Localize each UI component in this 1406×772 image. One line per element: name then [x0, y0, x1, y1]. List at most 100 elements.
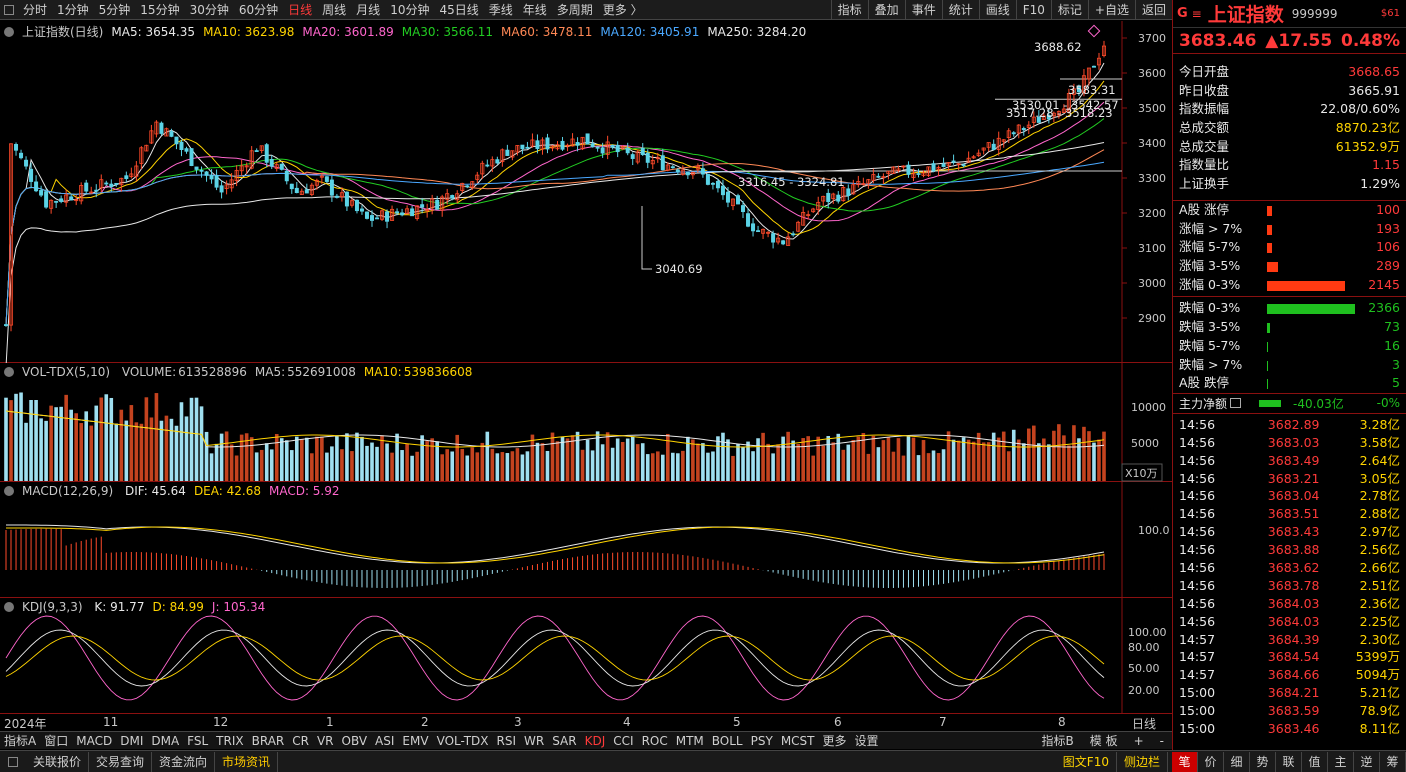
period-tab[interactable]: 30分钟	[185, 0, 234, 20]
stat-label: 上证换手	[1179, 176, 1230, 192]
sidebar-tab[interactable]: 联	[1276, 751, 1302, 772]
menu-lines-icon[interactable]: ≡	[1192, 7, 1202, 21]
candle-body	[264, 144, 269, 163]
diamond-icon[interactable]	[1087, 24, 1101, 38]
volume-bar	[575, 431, 580, 481]
period-tab[interactable]: 多周期	[552, 0, 598, 20]
kline-chart[interactable]: 3700 3600 3500 3400 3300 3200 3100 3000 2900 3688…	[0, 21, 1172, 363]
indicator-tab[interactable]: BOLL	[708, 732, 747, 750]
sidebar-tab[interactable]: 笔	[1172, 751, 1198, 772]
indicator-tab[interactable]: TRIX	[212, 732, 247, 750]
sidebar-tab[interactable]: 价	[1198, 751, 1224, 772]
net-flow-menu-icon[interactable]	[1230, 398, 1242, 409]
indicator-tab[interactable]: DMA	[147, 732, 183, 750]
indicator-tab[interactable]: PSY	[747, 732, 777, 750]
period-tab[interactable]: 5分钟	[94, 0, 136, 20]
toolbar-button[interactable]: 事件	[904, 0, 942, 20]
indicator-tab[interactable]: VOL-TDX	[433, 732, 493, 750]
indicator-tab[interactable]: EMV	[398, 732, 432, 750]
period-tab[interactable]: 10分钟	[385, 0, 434, 20]
indicator-right-button[interactable]: 模 板	[1082, 732, 1126, 750]
bottom-tab[interactable]: 资金流向	[152, 751, 216, 772]
period-tab[interactable]: 更多 〉	[598, 0, 648, 20]
toolbar-button[interactable]: 指标	[830, 0, 868, 20]
indicator-tab[interactable]: 设置	[851, 732, 883, 750]
bottom-tab[interactable]: 交易查询	[89, 751, 153, 772]
breadth-row: 涨幅 5-7% 106	[1173, 238, 1406, 257]
volume-bar	[204, 431, 209, 481]
sidebar-tab[interactable]: 值	[1302, 751, 1328, 772]
period-tab[interactable]: 60分钟	[234, 0, 283, 20]
indicator-right-button[interactable]: -	[1152, 732, 1172, 750]
period-tab[interactable]: 分时	[18, 0, 52, 20]
bottom-square-icon[interactable]	[8, 756, 18, 767]
sidebar-tab[interactable]: 细	[1224, 751, 1250, 772]
indicator-right-button[interactable]: +	[1126, 732, 1152, 750]
macd-chart[interactable]: 100.0	[0, 482, 1172, 598]
indicator-tab[interactable]: OBV	[338, 732, 372, 750]
indicator-tab[interactable]: VR	[313, 732, 338, 750]
stat-value: 22.08/0.60%	[1320, 101, 1400, 117]
period-tab[interactable]: 年线	[518, 0, 552, 20]
kline-panel[interactable]: 上证指数(日线) MA5: 3654.35 MA10: 3623.98 MA20: 3…	[0, 21, 1172, 363]
sidebar-tab[interactable]: 势	[1250, 751, 1276, 772]
toolbar-button[interactable]: 画线	[978, 0, 1016, 20]
indicator-tab[interactable]: ASI	[371, 732, 398, 750]
period-tab[interactable]: 15分钟	[135, 0, 184, 20]
indicator-tab[interactable]: CR	[288, 732, 313, 750]
sidebar-tab[interactable]: 筹	[1380, 751, 1406, 772]
toolbar-button[interactable]: +自选	[1087, 0, 1135, 20]
indicator-tab[interactable]: 窗口	[40, 732, 72, 750]
bottom-right-button[interactable]: 侧边栏	[1117, 751, 1168, 772]
collapse-circle-icon[interactable]	[4, 27, 14, 37]
collapse-circle-icon[interactable]	[4, 367, 14, 377]
volume-bar	[315, 436, 319, 481]
tick-price: 3684.03	[1267, 595, 1320, 611]
volume-chart[interactable]: 10000 5000 X10万	[0, 363, 1172, 482]
indicator-tab[interactable]: KDJ	[581, 732, 610, 750]
candle-body	[410, 208, 415, 217]
indicator-tab[interactable]: RSI	[493, 732, 521, 750]
quote-header: G ≡ 上证指数 999999 $61	[1173, 0, 1406, 28]
indicator-tab[interactable]: ROC	[638, 732, 672, 750]
sidebar-tab[interactable]: 逆	[1354, 751, 1380, 772]
bottom-tab[interactable]: 关联报价	[26, 751, 90, 772]
bottom-tab[interactable]: 市场资讯	[215, 751, 279, 772]
period-tab[interactable]: 周线	[317, 0, 351, 20]
macd-panel[interactable]: MACD(12,26,9) DIF: 45.64 DEA: 42.68 MACD: …	[0, 482, 1172, 598]
toolbar-button[interactable]: 叠加	[867, 0, 905, 20]
kdj-chart[interactable]: 100.00 80.00 50.00 20.00	[0, 598, 1172, 713]
indicator-tab[interactable]: SAR	[548, 732, 580, 750]
indicator-tab[interactable]: MACD	[72, 732, 116, 750]
period-tab[interactable]: 1分钟	[52, 0, 94, 20]
indicator-tab[interactable]: DMI	[116, 732, 147, 750]
period-tab[interactable]: 季线	[484, 0, 518, 20]
indicator-tab[interactable]: CCI	[609, 732, 637, 750]
collapse-circle-icon[interactable]	[4, 486, 14, 496]
bottom-right-button[interactable]: 图文F10	[1056, 751, 1117, 772]
volume-panel[interactable]: VOL-TDX(5,10) VOLUME: 613528896 MA5: 552691…	[0, 363, 1172, 482]
indicator-tab[interactable]: 指标A	[0, 732, 40, 750]
indicator-tab[interactable]: FSL	[183, 732, 212, 750]
volume-bar	[340, 449, 344, 481]
period-tab[interactable]: 月线	[351, 0, 385, 20]
toolbar-button[interactable]: 返回	[1134, 0, 1172, 20]
menu-square-icon[interactable]	[4, 4, 14, 15]
low-marker	[641, 206, 652, 270]
indicator-tab[interactable]: 更多	[819, 732, 851, 750]
kdj-panel[interactable]: KDJ(9,3,3) K: 91.77 D: 84.99 J: 105.34 100…	[0, 598, 1172, 713]
period-tab[interactable]: 45日线	[434, 0, 483, 20]
candle-body	[29, 168, 34, 182]
period-tab[interactable]: 日线	[283, 0, 317, 20]
indicator-tab[interactable]: MTM	[672, 732, 708, 750]
sidebar-tab[interactable]: 主	[1328, 751, 1354, 772]
collapse-circle-icon[interactable]	[4, 602, 14, 612]
toolbar-button[interactable]: 标记	[1050, 0, 1088, 20]
indicator-right-button[interactable]: 指标B	[1034, 732, 1082, 750]
toolbar-button[interactable]: F10	[1015, 0, 1051, 20]
indicator-tab[interactable]: MCST	[777, 732, 819, 750]
macd-title: MACD(12,26,9)	[22, 484, 114, 498]
toolbar-button[interactable]: 统计	[941, 0, 979, 20]
indicator-tab[interactable]: BRAR	[248, 732, 289, 750]
indicator-tab[interactable]: WR	[520, 732, 548, 750]
